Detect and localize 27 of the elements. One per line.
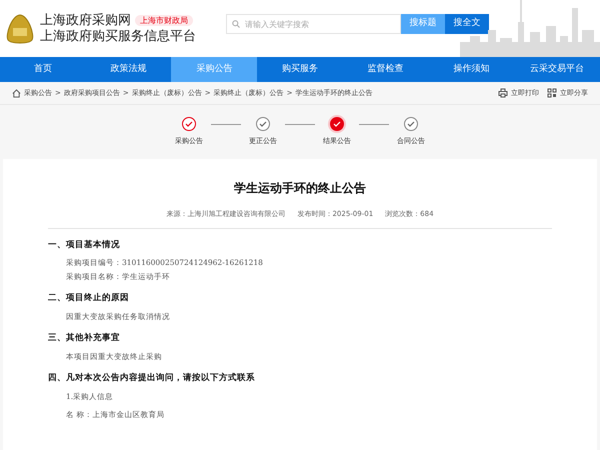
section-heading: 四、凡对本次公告内容提出询问，请按以下方式联系 [48, 372, 256, 384]
check-icon [404, 117, 418, 131]
logo-icon [4, 12, 36, 44]
section-heading: 三、其他补充事宜 [48, 332, 121, 344]
search-button[interactable]: 搜标题 [401, 14, 445, 34]
check-icon [182, 117, 196, 131]
qr-code-icon [547, 88, 557, 98]
platform-name: 上海政府购买服务信息平台 [40, 28, 196, 44]
nav-tab[interactable]: 云采交易平台 [514, 57, 600, 82]
search-icon [232, 20, 240, 28]
section-heading: 一、项目基本情况 [48, 238, 121, 252]
search-field[interactable]: 请输入关键字搜索 [226, 14, 401, 34]
nav-tab[interactable]: 首页 [0, 57, 86, 82]
site-name: 上海政府采购网 [40, 12, 131, 28]
check-icon [256, 117, 270, 131]
check-icon [330, 117, 344, 131]
nav-tab[interactable]: 监督检查 [342, 57, 429, 82]
nav-tab[interactable]: 操作须知 [428, 57, 514, 82]
search-button[interactable]: 搜全文 [445, 14, 489, 34]
section-heading: 二、项目终止的原因 [48, 292, 130, 304]
home-icon[interactable] [12, 88, 21, 98]
printer-icon [498, 88, 508, 98]
department-tag: 上海市财政局 [135, 15, 193, 26]
nav-tab[interactable]: 采购公告 [171, 57, 258, 82]
nav-tab[interactable]: 政策法规 [86, 57, 172, 82]
nav-tab[interactable]: 购买服务 [257, 57, 343, 82]
article-title: 学生运动手环的终止公告 [233, 180, 367, 197]
